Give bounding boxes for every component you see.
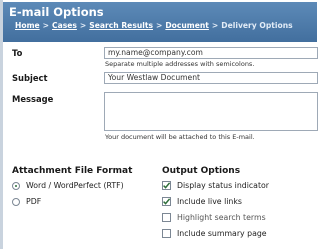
checkbox-unchecked-icon[interactable]: [162, 229, 171, 238]
subject-field[interactable]: Your Westlaw Document: [104, 72, 318, 84]
page-title: E-mail Options: [9, 5, 104, 19]
subject-label: Subject: [12, 73, 48, 83]
output-option-summary-page[interactable]: Include summary page: [162, 229, 267, 238]
format-option-rtf[interactable]: Word / WordPerfect (RTF): [12, 181, 124, 190]
output-option-label: Highlight search terms: [177, 213, 266, 222]
message-label: Message: [12, 94, 54, 104]
format-option-label: PDF: [26, 197, 42, 206]
breadcrumb-separator: >: [211, 21, 219, 30]
attachment-format-title: Attachment File Format: [12, 166, 133, 176]
breadcrumb-search-results-link[interactable]: Search Results: [89, 21, 153, 30]
checkbox-checked-icon[interactable]: [162, 197, 171, 206]
to-label: To: [12, 48, 23, 58]
output-option-label: Display status indicator: [177, 181, 269, 190]
output-option-live-links[interactable]: Include live links: [162, 197, 242, 206]
output-option-label: Include live links: [177, 197, 242, 206]
message-hint: Your document will be attached to this E…: [105, 133, 255, 141]
output-option-status-indicator[interactable]: Display status indicator: [162, 181, 269, 190]
breadcrumb-separator: >: [156, 21, 163, 30]
output-option-highlight-terms[interactable]: Highlight search terms: [162, 213, 266, 222]
breadcrumb-home-link[interactable]: Home: [15, 21, 40, 30]
output-options-title: Output Options: [162, 166, 241, 176]
to-hint: Separate multiple addresses with semicol…: [105, 60, 255, 68]
to-email-field[interactable]: my.name@company.com: [104, 47, 318, 59]
breadcrumb-current: Delivery Options: [221, 21, 293, 30]
radio-unselected-icon[interactable]: [12, 197, 20, 206]
output-option-label: Include summary page: [177, 229, 267, 238]
message-textarea[interactable]: [104, 92, 318, 131]
format-option-pdf[interactable]: PDF: [12, 197, 41, 206]
breadcrumb: Home > Cases > Search Results > Document > Deliv…: [15, 21, 293, 30]
checkbox-checked-icon[interactable]: [162, 181, 171, 190]
breadcrumb-separator: >: [79, 21, 87, 30]
radio-selected-icon[interactable]: [12, 181, 20, 190]
format-option-label: Word / WordPerfect (RTF): [26, 181, 124, 190]
header-bar: E-mail Options Home > Cases > Search Results…: [3, 2, 317, 42]
breadcrumb-document-link[interactable]: Document: [165, 21, 209, 30]
breadcrumb-separator: >: [42, 21, 50, 30]
breadcrumb-cases-link[interactable]: Cases: [52, 21, 77, 30]
checkbox-unchecked-icon[interactable]: [162, 213, 171, 222]
